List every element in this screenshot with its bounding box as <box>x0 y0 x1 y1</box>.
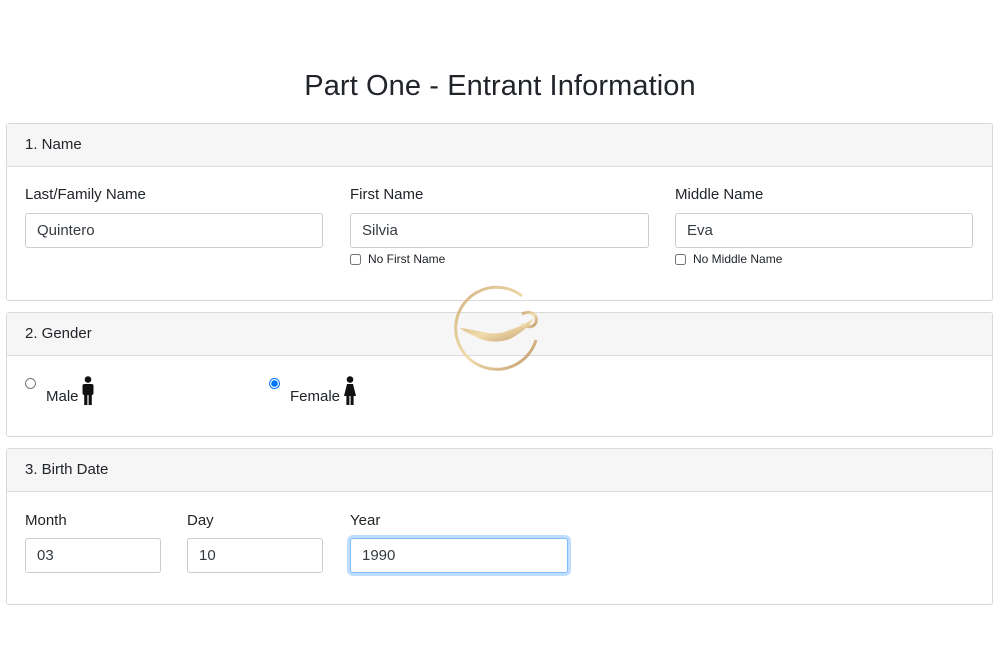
name-card-header: 1. Name <box>7 124 992 167</box>
birth-date-card-header: 3. Birth Date <box>7 449 992 492</box>
page-title: Part One - Entrant Information <box>304 70 696 102</box>
middle-name-label: Middle Name <box>675 186 764 203</box>
day-input[interactable] <box>187 538 323 573</box>
last-name-input[interactable] <box>25 213 323 248</box>
male-person-icon <box>82 376 94 405</box>
year-label: Year <box>350 512 381 529</box>
no-middle-name-label: No Middle Name <box>693 252 783 266</box>
year-input[interactable] <box>350 538 568 573</box>
name-card: 1. Name Last/Family Name First Name No F… <box>6 123 993 301</box>
birth-date-card: 3. Birth Date Month Day Year <box>6 448 993 605</box>
last-name-label: Last/Family Name <box>25 186 146 203</box>
female-person-icon <box>344 376 357 405</box>
gender-card-header: 2. Gender <box>7 313 992 356</box>
month-input[interactable] <box>25 538 161 573</box>
middle-name-input[interactable] <box>675 213 973 248</box>
male-radio[interactable] <box>25 378 36 389</box>
male-label: Male <box>46 388 79 405</box>
no-middle-name-row: No Middle Name <box>675 252 782 266</box>
month-label: Month <box>25 512 67 529</box>
gender-card: 2. Gender Male Female <box>6 312 993 437</box>
no-first-name-checkbox[interactable] <box>350 253 361 265</box>
day-label: Day <box>187 512 214 529</box>
female-label: Female <box>290 388 341 405</box>
no-first-name-label: No First Name <box>368 252 446 266</box>
first-name-label: First Name <box>350 186 424 203</box>
gender-option-male[interactable]: Male <box>25 376 94 406</box>
gender-option-female[interactable]: Female <box>269 376 357 406</box>
no-first-name-row: No First Name <box>350 252 445 266</box>
no-middle-name-checkbox[interactable] <box>675 253 686 265</box>
female-radio[interactable] <box>269 378 280 389</box>
first-name-input[interactable] <box>350 213 649 248</box>
